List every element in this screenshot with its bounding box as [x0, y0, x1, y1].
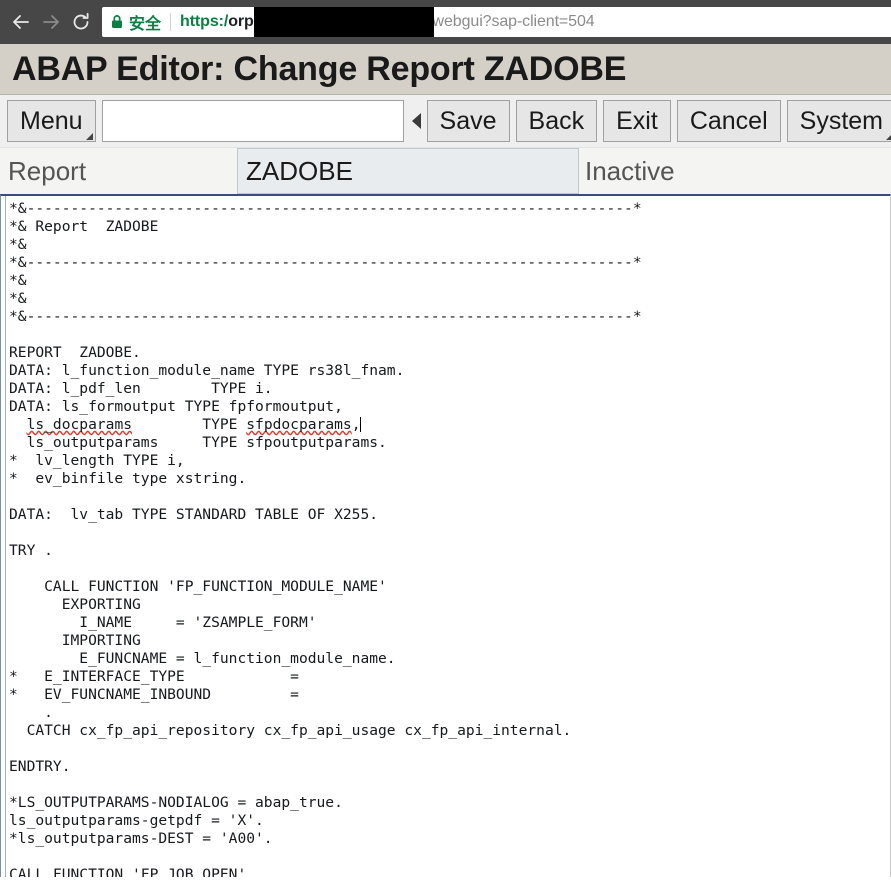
code-line: DATA: l_pdf_len TYPE i.: [9, 380, 273, 397]
app-title-bar: ABAP Editor: Change Report ZADOBE: [0, 44, 891, 95]
report-name-field[interactable]: ZADOBE: [237, 148, 579, 194]
code-line: CALL FUNCTION 'FP_JOB_OPEN': [9, 866, 247, 877]
exit-button-label: Exit: [616, 106, 658, 135]
reload-icon: [70, 11, 92, 33]
command-collapse-button[interactable]: [411, 113, 421, 129]
back-button-label: Back: [528, 106, 585, 135]
menu-dropdown-triangle-icon: [85, 133, 93, 140]
code-line: *&--------------------------------------…: [9, 308, 642, 325]
text-caret: [360, 417, 362, 432]
page-title: ABAP Editor: Change Report ZADOBE: [12, 49, 627, 88]
code-line: DATA: l_function_module_name TYPE rs38l_…: [9, 362, 405, 379]
url-scheme: https:/: [180, 13, 229, 30]
reload-button[interactable]: [66, 7, 96, 37]
system-button[interactable]: System: [786, 100, 891, 142]
save-button[interactable]: Save: [426, 100, 510, 142]
code-line: CATCH cx_fp_api_repository cx_fp_api_usa…: [9, 722, 572, 739]
spellcheck-error: ls_docparams: [26, 416, 133, 433]
code-line: DATA: lv_tab TYPE STANDARD TABLE OF X255…: [9, 506, 379, 523]
editor-gutter: [1, 196, 6, 877]
code-line: ls_outputparams TYPE sfpoutputparams.: [9, 434, 387, 451]
code-line: *&: [9, 272, 27, 289]
forward-button: [36, 7, 66, 37]
code-line: ls_docparams TYPE sfpdocparams,: [26, 416, 362, 433]
menu-button-label: Menu: [20, 106, 83, 135]
cancel-button[interactable]: Cancel: [676, 100, 781, 142]
code-line: .: [9, 704, 53, 721]
triangle-left-icon: [411, 113, 421, 129]
system-button-label: System: [799, 106, 883, 135]
code-line: TRY .: [9, 542, 53, 559]
code-line: *&: [9, 290, 27, 307]
arrow-right-icon: [40, 11, 62, 33]
exit-button[interactable]: Exit: [603, 100, 671, 142]
save-button-label: Save: [439, 106, 497, 135]
code-line: * EV_FUNCNAME_INBOUND =: [9, 686, 299, 703]
code-line: REPORT ZADOBE.: [9, 344, 141, 361]
editor-source-lines[interactable]: *&--------------------------------------…: [9, 200, 890, 877]
code-line: ls_outputparams-getpdf = 'X'.: [9, 812, 264, 829]
secure-label: 安全: [129, 16, 162, 33]
url-host: orp: [228, 13, 254, 30]
command-field[interactable]: [101, 100, 404, 142]
back-button-sap[interactable]: Back: [515, 100, 598, 142]
code-line: ENDTRY.: [9, 758, 71, 775]
code-line: *&--------------------------------------…: [9, 254, 642, 271]
redacted-url-overlay: [254, 7, 434, 37]
report-row: Report ZADOBE Inactive: [0, 148, 891, 194]
spellcheck-error: sfpdocparams: [246, 416, 352, 433]
browser-toolbar: 安全 https:/orp:44378/sap/bc/gui/sap/its/w…: [0, 0, 891, 44]
back-button[interactable]: [6, 7, 36, 37]
arrow-left-icon: [10, 11, 32, 33]
code-editor[interactable]: *&--------------------------------------…: [0, 194, 891, 877]
code-line: *&--------------------------------------…: [9, 200, 642, 217]
code-line: *& Report ZADOBE: [9, 218, 159, 235]
code-line: *LS_OUTPUTPARAMS-NODIALOG = abap_true.: [9, 794, 343, 811]
code-line: * ev_binfile type xstring.: [9, 470, 247, 487]
address-bar[interactable]: 安全 https:/orp:44378/sap/bc/gui/sap/its/w…: [102, 7, 891, 37]
system-dropdown-triangle-icon: [886, 133, 891, 140]
code-line: EXPORTING: [9, 596, 141, 613]
lock-icon: [110, 14, 124, 30]
cancel-button-label: Cancel: [689, 106, 768, 135]
code-line: * lv_length TYPE i,: [9, 452, 185, 469]
status-badge: Inactive: [585, 155, 675, 186]
address-divider: [170, 13, 172, 31]
sap-toolbar: Menu Save Back Exit Cancel System: [0, 95, 891, 148]
code-line: *&: [9, 236, 27, 253]
code-line: IMPORTING: [9, 632, 141, 649]
code-line: CALL FUNCTION 'FP_FUNCTION_MODULE_NAME': [9, 578, 387, 595]
code-line: I_NAME = 'ZSAMPLE_FORM': [9, 614, 317, 631]
code-line: * E_INTERFACE_TYPE =: [9, 668, 299, 685]
code-line: *ls_outputparams-DEST = 'A00'.: [9, 830, 273, 847]
menu-button[interactable]: Menu: [7, 100, 96, 142]
code-line: E_FUNCNAME = l_function_module_name.: [9, 650, 396, 667]
report-label: Report: [8, 155, 87, 186]
code-line: DATA: ls_formoutput TYPE fpformoutput,: [9, 398, 343, 415]
